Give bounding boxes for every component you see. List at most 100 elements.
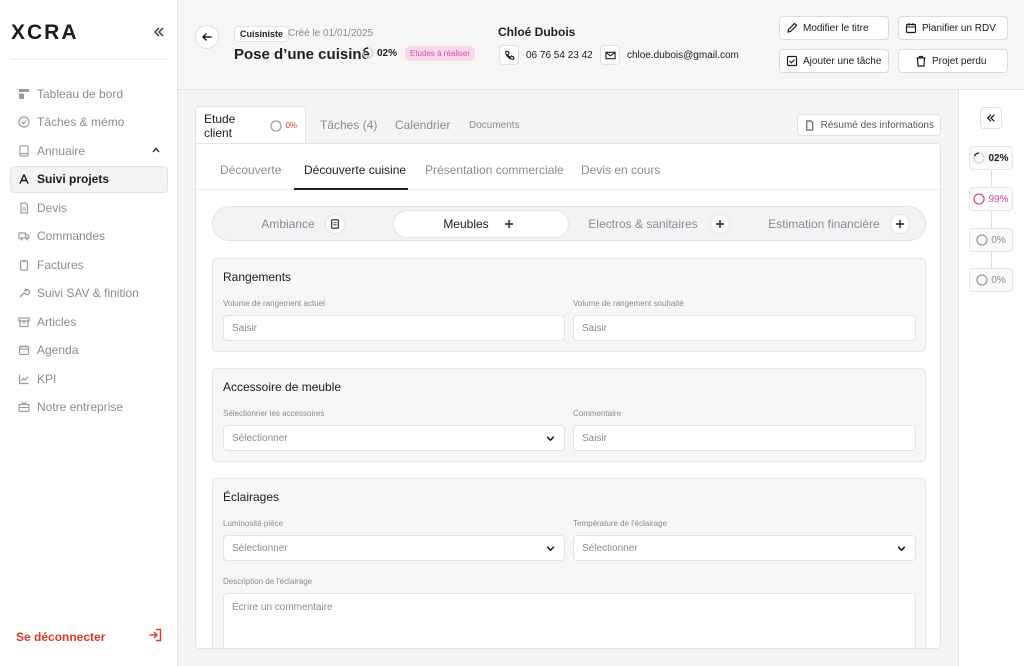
main-tabs: Etude client 0% Tâches (4) Calendrier Do… <box>195 106 941 144</box>
progress-ring-icon <box>973 152 986 164</box>
arrow-left-icon <box>202 33 212 41</box>
calendar-icon <box>905 22 917 34</box>
step-connector <box>991 170 992 187</box>
subtab-devis-en-cours[interactable]: Devis en cours <box>581 163 660 177</box>
dashboard-icon <box>17 87 31 101</box>
nav-item-notre-entreprise[interactable]: Notre entreprise <box>10 394 168 421</box>
tab-etude-client[interactable]: Etude client 0% <box>195 106 306 144</box>
nav-label: KPI <box>37 371 57 386</box>
section-rangements: Rangements Volume de rangement actuel Sa… <box>212 258 926 352</box>
status-badge: Etudes à réaliser <box>405 46 476 61</box>
input-placeholder: Saisir <box>232 322 258 334</box>
note-icon <box>324 214 345 234</box>
mail-icon <box>604 51 616 59</box>
temperature-select[interactable]: Sélectionner <box>573 535 916 561</box>
nav-item-suivi-sav[interactable]: Suivi SAV & finition <box>10 280 168 307</box>
accessories-select[interactable]: Sélectionner <box>223 425 565 451</box>
nav-item-suivi-projets[interactable]: Suivi projets <box>10 165 168 193</box>
nav-label: Annuaire <box>37 143 86 158</box>
input-placeholder: Saisir <box>582 322 608 334</box>
chevron-up-icon <box>151 144 161 158</box>
field-label: Luminosité pièce <box>223 519 284 528</box>
progress-ring-icon <box>976 274 988 286</box>
progress-panel: 02% 99% 0% 0% <box>958 90 1024 666</box>
edit-title-button[interactable]: Modifier le titre <box>779 16 889 40</box>
collapse-panel-button[interactable] <box>980 107 1002 129</box>
check-circle-icon <box>17 115 31 129</box>
step-progress-3[interactable]: 0% <box>969 228 1013 252</box>
subtab-presentation-commerciale[interactable]: Présentation commerciale <box>425 163 564 177</box>
segment-control: Ambiance Meubles Electros & sanitaires E… <box>212 206 926 241</box>
brightness-select[interactable]: Sélectionner <box>223 535 565 561</box>
clipboard-icon <box>17 258 31 272</box>
nav-label: Notre entreprise <box>37 400 124 414</box>
logout-icon <box>148 628 162 645</box>
select-value: Sélectionner <box>232 542 288 554</box>
nav-item-articles[interactable]: Articles <box>10 308 168 335</box>
input-placeholder: Saisir <box>582 432 608 444</box>
pencil-icon <box>786 22 798 34</box>
segment-label: Estimation financière <box>768 217 880 231</box>
lost-project-button[interactable]: Projet perdu <box>898 49 1008 73</box>
plan-meeting-button[interactable]: Planifier un RDV <box>898 16 1008 40</box>
step-value: 0% <box>991 274 1006 286</box>
desired-storage-input[interactable]: Saisir <box>573 315 916 341</box>
phone-icon <box>504 50 514 60</box>
nav-item-commandes[interactable]: Commandes <box>10 223 168 250</box>
nav-item-tableau-de-bord[interactable]: Tableau de bord <box>10 80 168 107</box>
segment-estimation-financiere[interactable]: Estimation financière <box>753 210 925 238</box>
lighting-description-textarea[interactable]: Écrire un commentaire <box>223 593 916 648</box>
nav-label: Articles <box>37 314 77 329</box>
plus-icon <box>889 214 910 234</box>
subtab-decouverte-cuisine[interactable]: Découverte cuisine <box>304 163 406 177</box>
nav-item-factures[interactable]: Factures <box>10 251 168 278</box>
comment-input[interactable]: Saisir <box>573 425 916 451</box>
step-progress-1[interactable]: 02% <box>969 146 1013 170</box>
project-progress: 02% <box>362 47 397 59</box>
chevron-down-icon <box>545 543 556 554</box>
trash-icon <box>915 55 927 67</box>
step-connector <box>991 252 992 269</box>
back-button[interactable] <box>195 25 219 49</box>
chevron-down-icon <box>545 433 556 444</box>
divider <box>10 59 167 60</box>
segment-meubles[interactable]: Meubles <box>393 210 569 238</box>
section-eclairages: Éclairages Luminosité pièce Sélectionner… <box>212 478 926 648</box>
subtab-decouverte[interactable]: Découverte <box>220 163 281 177</box>
progress-value: 02% <box>377 47 398 59</box>
nav-label: Suivi SAV & finition <box>37 286 139 300</box>
plus-icon <box>709 214 730 234</box>
segment-electros-sanitaires[interactable]: Electros & sanitaires <box>575 210 743 238</box>
tab-documents[interactable]: Documents <box>469 106 520 144</box>
segment-ambiance[interactable]: Ambiance <box>217 210 389 238</box>
logout-button[interactable]: Se déconnecter <box>16 628 162 645</box>
step-connector <box>991 211 992 228</box>
nav-item-taches-memo[interactable]: Tâches & mémo <box>10 109 168 136</box>
role-badge: Cuisiniste <box>234 26 290 42</box>
current-storage-input[interactable]: Saisir <box>223 315 565 341</box>
summary-button[interactable]: Résumé des informations <box>796 114 941 136</box>
collapse-sidebar-button[interactable] <box>150 23 168 41</box>
nav-item-devis[interactable]: Devis <box>10 194 168 221</box>
step-value: 0% <box>991 234 1006 246</box>
tab-taches[interactable]: Tâches (4) <box>320 106 377 144</box>
step-progress-4[interactable]: 0% <box>969 268 1013 292</box>
edit-title-label: Modifier le titre <box>803 22 869 34</box>
email-button[interactable] <box>600 45 620 65</box>
tab-calendrier[interactable]: Calendrier <box>395 106 450 144</box>
nav-item-kpi[interactable]: KPI <box>10 365 168 392</box>
call-button[interactable] <box>499 45 519 65</box>
nav-item-annuaire[interactable]: Annuaire <box>10 137 168 164</box>
nav-item-agenda[interactable]: Agenda <box>10 337 168 364</box>
book-icon <box>17 144 31 158</box>
field-label: Description de l'éclairage <box>223 577 313 586</box>
lost-project-label: Projet perdu <box>932 55 987 67</box>
add-task-button[interactable]: Ajouter une tâche <box>779 49 889 73</box>
plus-icon <box>498 214 519 234</box>
logo: XCRA <box>11 21 79 44</box>
section-title: Éclairages <box>223 490 280 504</box>
step-progress-2[interactable]: 99% <box>969 187 1013 211</box>
client-phone: 06 76 54 23 42 <box>526 50 593 61</box>
wrench-icon <box>17 286 31 300</box>
section-title: Rangements <box>223 270 292 284</box>
